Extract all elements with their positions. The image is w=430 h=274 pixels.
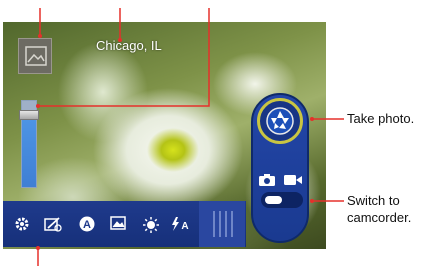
callout-lines [36,8,344,266]
take-photo-callout: Take photo. [347,111,415,126]
switch-callout-line1: Switch to [347,193,400,208]
switch-callout-line2: camcorder. [347,210,412,225]
